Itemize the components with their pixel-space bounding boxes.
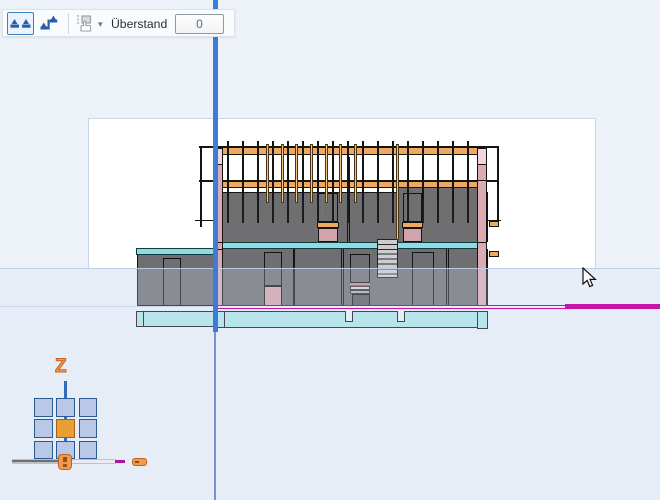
rafter-post bbox=[422, 141, 424, 201]
rafter-post bbox=[407, 141, 409, 201]
reference-point[interactable] bbox=[34, 398, 53, 417]
reference-point-widget: Z bbox=[0, 350, 170, 480]
overhang-label: Überstand bbox=[111, 17, 167, 31]
cad-canvas[interactable]: ▾ Überstand Z bbox=[0, 0, 660, 500]
rafter-post bbox=[302, 141, 304, 201]
handle-slot bbox=[63, 457, 67, 462]
stretch-entry-icon bbox=[75, 14, 95, 34]
toolbar-separator bbox=[68, 13, 69, 34]
rafter-post bbox=[332, 141, 334, 201]
timber-stud bbox=[325, 144, 328, 204]
overhang-input[interactable] bbox=[175, 14, 224, 34]
wall-stud-mark bbox=[422, 200, 424, 223]
mouse-cursor-icon bbox=[582, 267, 598, 289]
reference-point[interactable] bbox=[34, 419, 53, 438]
timber-stud-long bbox=[396, 144, 399, 241]
rafter-post bbox=[287, 141, 289, 201]
timber-stud bbox=[266, 144, 269, 204]
rafter-post bbox=[272, 141, 274, 201]
reference-point[interactable] bbox=[79, 398, 98, 417]
section-stepped-icon bbox=[40, 15, 59, 32]
wall-stud-mark bbox=[452, 200, 454, 223]
wall-stud-mark bbox=[227, 200, 229, 223]
wall-stud-mark bbox=[407, 200, 409, 223]
section-line-thick[interactable] bbox=[565, 304, 660, 309]
wall-stud-mark bbox=[467, 200, 469, 223]
context-toolbar: ▾ Überstand bbox=[2, 9, 235, 37]
wall-stud-mark bbox=[302, 200, 304, 223]
section-flat-button[interactable] bbox=[7, 12, 34, 35]
reference-point[interactable] bbox=[34, 441, 53, 460]
timber-stud bbox=[281, 144, 284, 204]
widget-baseline-light bbox=[12, 462, 58, 463]
rafter-post bbox=[452, 141, 454, 201]
widget-magenta-mark bbox=[115, 460, 126, 463]
rafter-post bbox=[257, 141, 259, 201]
section-stepped-button[interactable] bbox=[36, 12, 63, 35]
wall-stud-mark bbox=[437, 200, 439, 223]
stretch-entry-button[interactable] bbox=[75, 14, 95, 34]
timber-stud bbox=[295, 144, 298, 204]
wall-stud-mark bbox=[257, 200, 259, 223]
wall-stud-mark bbox=[332, 200, 334, 223]
timber-stud bbox=[310, 144, 313, 204]
wall-stud-mark bbox=[287, 200, 289, 223]
section-line-thin-2[interactable] bbox=[215, 308, 567, 310]
section-line-thin-1[interactable] bbox=[215, 305, 567, 307]
timber-stud bbox=[354, 144, 357, 204]
rafter-post bbox=[347, 141, 349, 201]
rafter-post bbox=[362, 141, 364, 201]
wall-stud-mark bbox=[362, 200, 364, 223]
wall-stud-mark bbox=[242, 200, 244, 223]
wall-stud-mark bbox=[392, 200, 394, 223]
widget-end-handle-mark bbox=[135, 461, 139, 463]
rafter-post bbox=[317, 141, 319, 201]
rafter-post bbox=[227, 141, 229, 201]
rafter-post bbox=[437, 141, 439, 201]
rafter-post bbox=[392, 141, 394, 201]
timber-stud bbox=[339, 144, 342, 204]
wall-stud-mark bbox=[272, 200, 274, 223]
section-flat-icon bbox=[10, 17, 32, 30]
wall-stud-mark bbox=[317, 200, 319, 223]
reference-point[interactable] bbox=[79, 419, 98, 438]
dropdown-caret-icon[interactable]: ▾ bbox=[98, 20, 103, 29]
rafter-post bbox=[242, 141, 244, 201]
handle-slot bbox=[63, 464, 67, 468]
reference-point-active[interactable] bbox=[56, 419, 75, 438]
wall-stud-mark bbox=[377, 200, 379, 223]
reference-point[interactable] bbox=[79, 441, 98, 460]
rafter-post bbox=[377, 141, 379, 201]
reference-point[interactable] bbox=[56, 398, 75, 417]
rafter-post bbox=[467, 141, 469, 201]
vertical-axis-line-extension bbox=[214, 332, 216, 500]
vertical-axis-line[interactable] bbox=[213, 0, 218, 332]
wall-stud-mark bbox=[347, 200, 349, 223]
